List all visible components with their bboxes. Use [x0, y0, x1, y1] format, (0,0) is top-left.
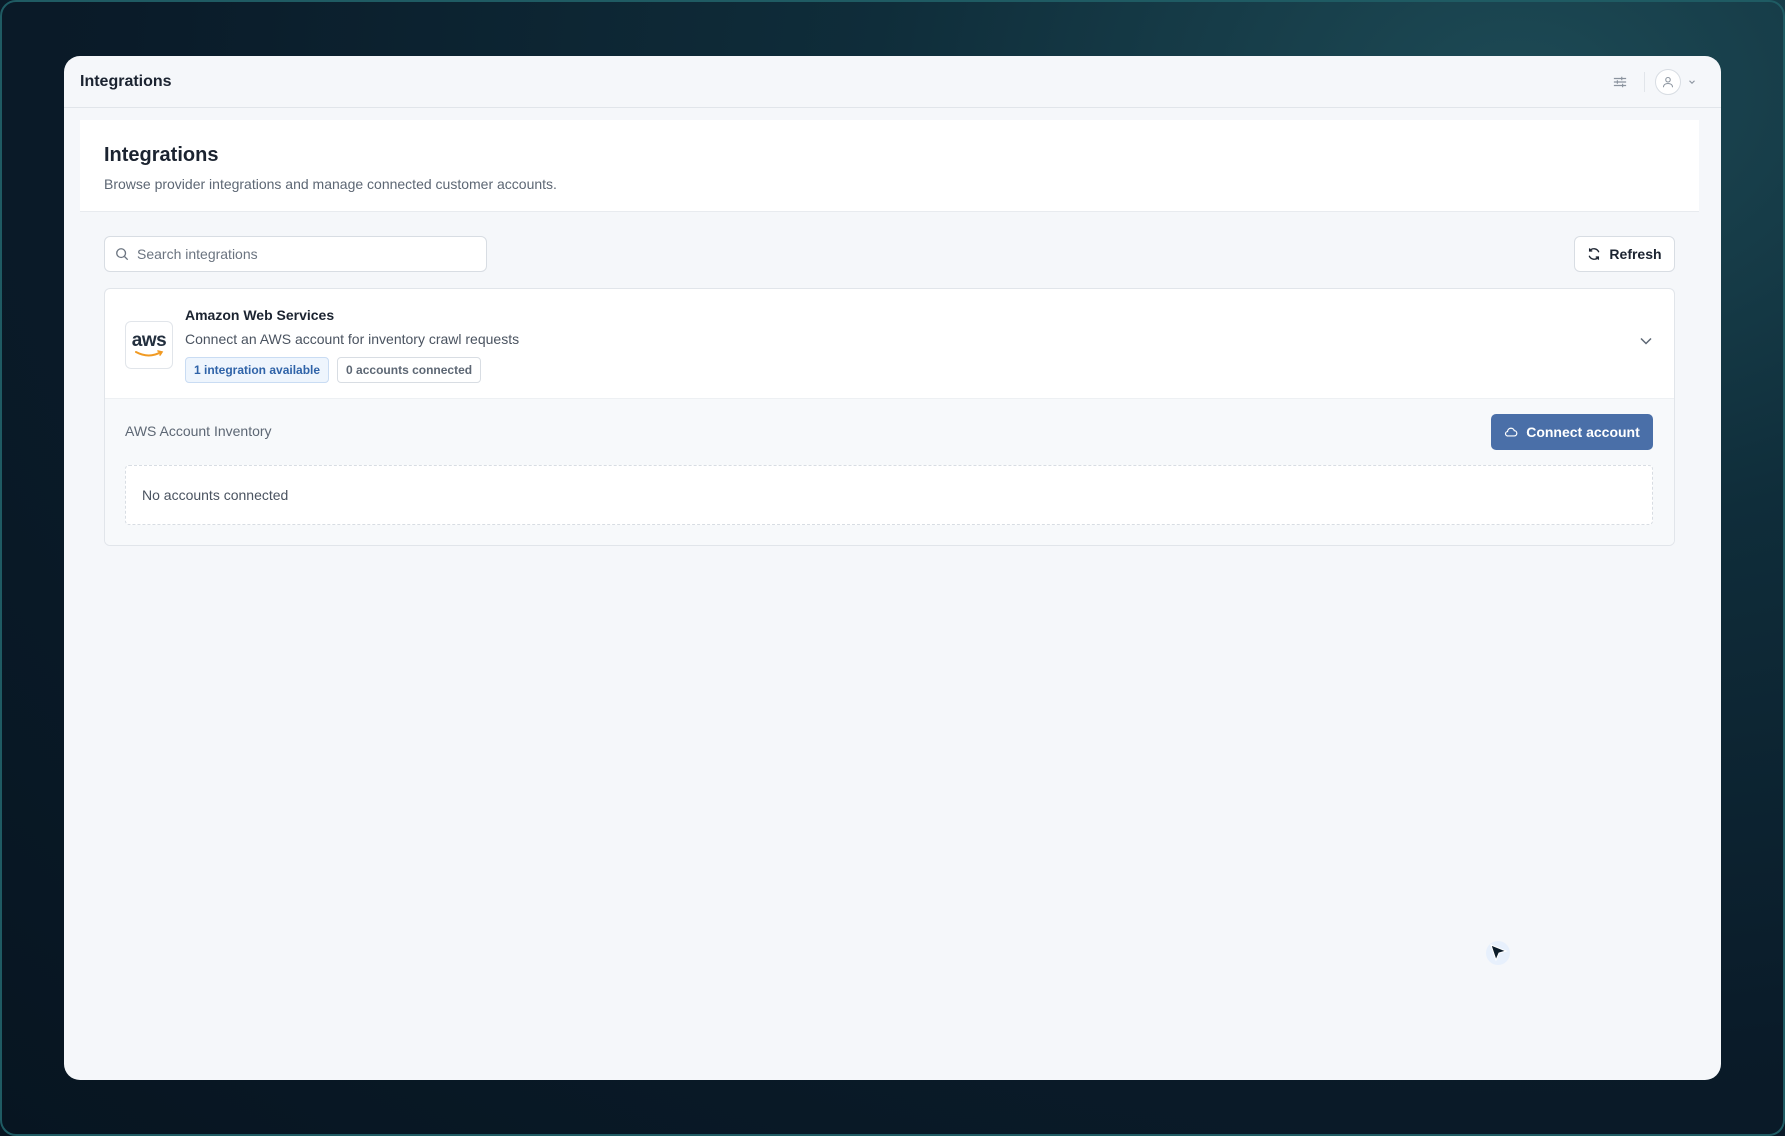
search-box[interactable] — [104, 236, 487, 272]
top-bar: Integrations — [64, 56, 1721, 108]
connect-account-label: Connect account — [1526, 424, 1640, 440]
user-menu[interactable] — [1655, 68, 1697, 95]
sliders-icon[interactable] — [1606, 68, 1634, 96]
search-icon — [115, 247, 129, 261]
topbar-title: Integrations — [80, 72, 172, 90]
chevron-down-icon — [1687, 77, 1697, 87]
provider-name: Amazon Web Services — [185, 307, 335, 323]
integrations-available-badge: 1 integration available — [185, 357, 330, 383]
provider-card-aws: aws Amazon Web Services Connect an AWS a… — [104, 288, 1675, 546]
integration-name: AWS Account Inventory — [125, 423, 272, 439]
cloud-icon — [1504, 425, 1518, 439]
refresh-icon — [1587, 247, 1601, 261]
aws-smile-icon — [135, 350, 164, 357]
empty-accounts-text: No accounts connected — [142, 487, 289, 503]
refresh-button[interactable]: Refresh — [1574, 236, 1675, 272]
app-window: Integrations Integrations Browse provide… — [64, 56, 1721, 1080]
provider-header[interactable]: aws Amazon Web Services Connect an AWS a… — [105, 289, 1674, 399]
refresh-label: Refresh — [1609, 246, 1662, 262]
provider-expanded-panel: AWS Account Inventory Connect account No… — [105, 399, 1674, 545]
aws-logo-text: aws — [131, 330, 167, 351]
aws-logo: aws — [125, 321, 173, 369]
page-header: Integrations Browse provider integration… — [80, 120, 1699, 212]
connect-account-button[interactable]: Connect account — [1491, 414, 1653, 450]
accounts-connected-badge: 0 accounts connected — [337, 357, 482, 383]
search-input[interactable] — [137, 246, 476, 262]
cursor-icon — [1486, 941, 1510, 965]
provider-description: Connect an AWS account for inventory cra… — [185, 331, 520, 347]
provider-badges: 1 integration available 0 accounts conne… — [185, 357, 482, 383]
user-icon — [1655, 68, 1681, 95]
page-title: Integrations — [104, 144, 219, 166]
chevron-down-icon[interactable] — [1638, 333, 1654, 354]
topbar-actions — [1606, 68, 1705, 96]
page-subtitle: Browse provider integrations and manage … — [104, 176, 557, 192]
topbar-divider — [1644, 71, 1645, 92]
empty-accounts-state: No accounts connected — [125, 465, 1653, 525]
